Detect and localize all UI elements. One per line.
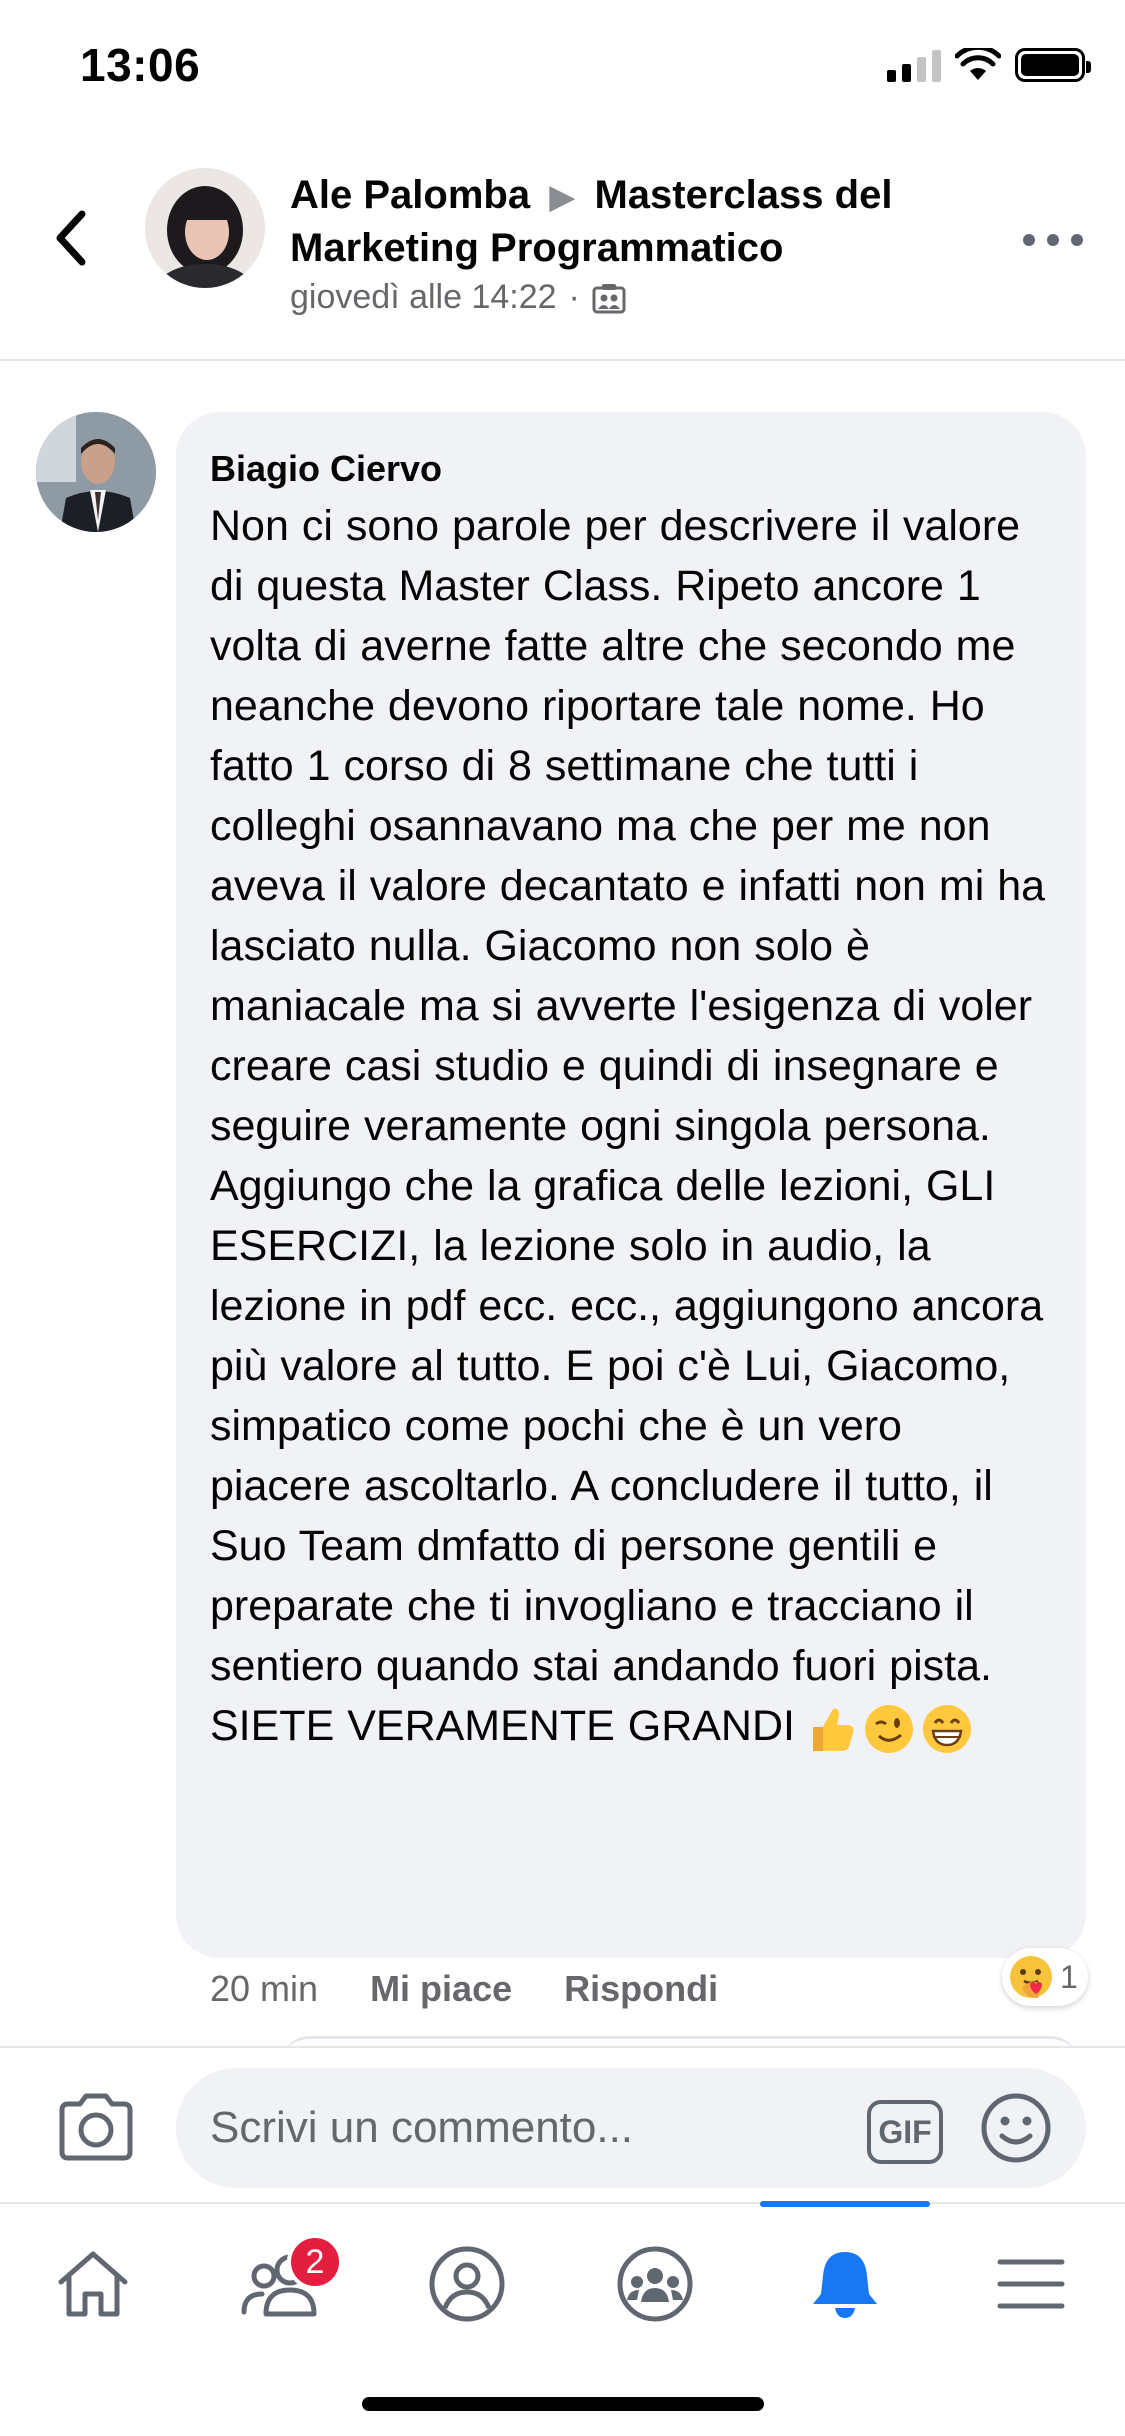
commenter-avatar[interactable] — [36, 412, 156, 532]
post-timestamp[interactable]: giovedì alle 14:22 — [290, 278, 557, 317]
page: 13:06 Ale Palomba ▶ Masterclass del Mark… — [0, 0, 1125, 2436]
more-options-button[interactable] — [1023, 220, 1083, 260]
meta-separator: · — [568, 278, 580, 316]
status-bar: 13:06 — [0, 0, 1125, 140]
thumbs-up-emoji-icon — [812, 1708, 854, 1751]
menu-icon — [997, 2259, 1065, 2309]
tab-notifications[interactable] — [790, 2234, 900, 2334]
comment-input[interactable] — [176, 2068, 1086, 2188]
emoji-picker-button[interactable] — [980, 2092, 1052, 2164]
care-reaction-icon — [1010, 1956, 1052, 1998]
wink-emoji-icon — [864, 1704, 913, 1753]
smiley-icon — [981, 2093, 1051, 2163]
gif-button[interactable]: GIF — [867, 2100, 943, 2164]
post-title: Ale Palomba ▶ Masterclass del Marketing … — [290, 170, 990, 274]
author-photo — [145, 168, 265, 288]
comment-time-ago[interactable]: 20 min — [210, 1968, 318, 2010]
author-avatar[interactable] — [145, 168, 265, 288]
tab-profile[interactable] — [412, 2234, 522, 2334]
camera-icon — [59, 2093, 133, 2161]
groups-icon — [617, 2246, 693, 2322]
reply-button[interactable]: Rispondi — [564, 1968, 718, 2010]
comment-composer: GIF — [0, 2046, 1125, 2202]
comment-actions: 20 min Mi piace Rispondi — [210, 1968, 718, 2010]
tab-menu[interactable] — [976, 2234, 1086, 2334]
back-button[interactable] — [42, 198, 98, 278]
wifi-icon — [955, 48, 1001, 80]
post-header: Ale Palomba ▶ Masterclass del Marketing … — [0, 150, 1125, 360]
post-author-name[interactable]: Ale Palomba — [290, 173, 530, 217]
cellular-signal-icon — [887, 48, 941, 82]
dot-icon — [1071, 234, 1083, 246]
tab-friends[interactable]: 2 — [225, 2234, 343, 2334]
dot-icon — [1023, 234, 1035, 246]
dot-icon — [1047, 234, 1059, 246]
header-divider — [0, 359, 1125, 361]
comment-body: Non ci sono parole per descrivere il val… — [210, 496, 1052, 1756]
home-icon — [58, 2251, 128, 2317]
like-button[interactable]: Mi piace — [370, 1968, 512, 2010]
status-icons — [887, 48, 1091, 82]
chevron-left-icon — [56, 210, 86, 266]
comment-text: Non ci sono parole per descrivere il val… — [210, 502, 1046, 1750]
home-indicator[interactable] — [362, 2397, 764, 2411]
comment-author[interactable]: Biagio Ciervo — [210, 448, 1052, 490]
group-privacy-icon — [592, 283, 626, 313]
camera-button[interactable] — [56, 2092, 136, 2162]
comment-emojis — [805, 1703, 973, 1755]
comment-bubble[interactable]: Biagio Ciervo Non ci sono parole per des… — [176, 412, 1086, 1958]
tab-home[interactable] — [38, 2234, 148, 2334]
reaction-summary[interactable]: 1 — [1002, 1948, 1088, 2006]
post-meta: giovedì alle 14:22 · — [290, 278, 626, 317]
bell-icon — [813, 2252, 877, 2318]
profile-icon — [429, 2246, 505, 2322]
tab-groups[interactable] — [600, 2234, 710, 2334]
reaction-count: 1 — [1060, 1958, 1078, 1995]
active-tab-indicator — [760, 2201, 930, 2207]
status-time: 13:06 — [80, 39, 201, 91]
grin-emoji-icon — [922, 1704, 971, 1753]
commenter-photo — [36, 412, 156, 532]
friend-requests-badge: 2 — [287, 2234, 343, 2290]
battery-icon — [1015, 48, 1091, 82]
arrow-right-icon: ▶ — [549, 178, 576, 216]
